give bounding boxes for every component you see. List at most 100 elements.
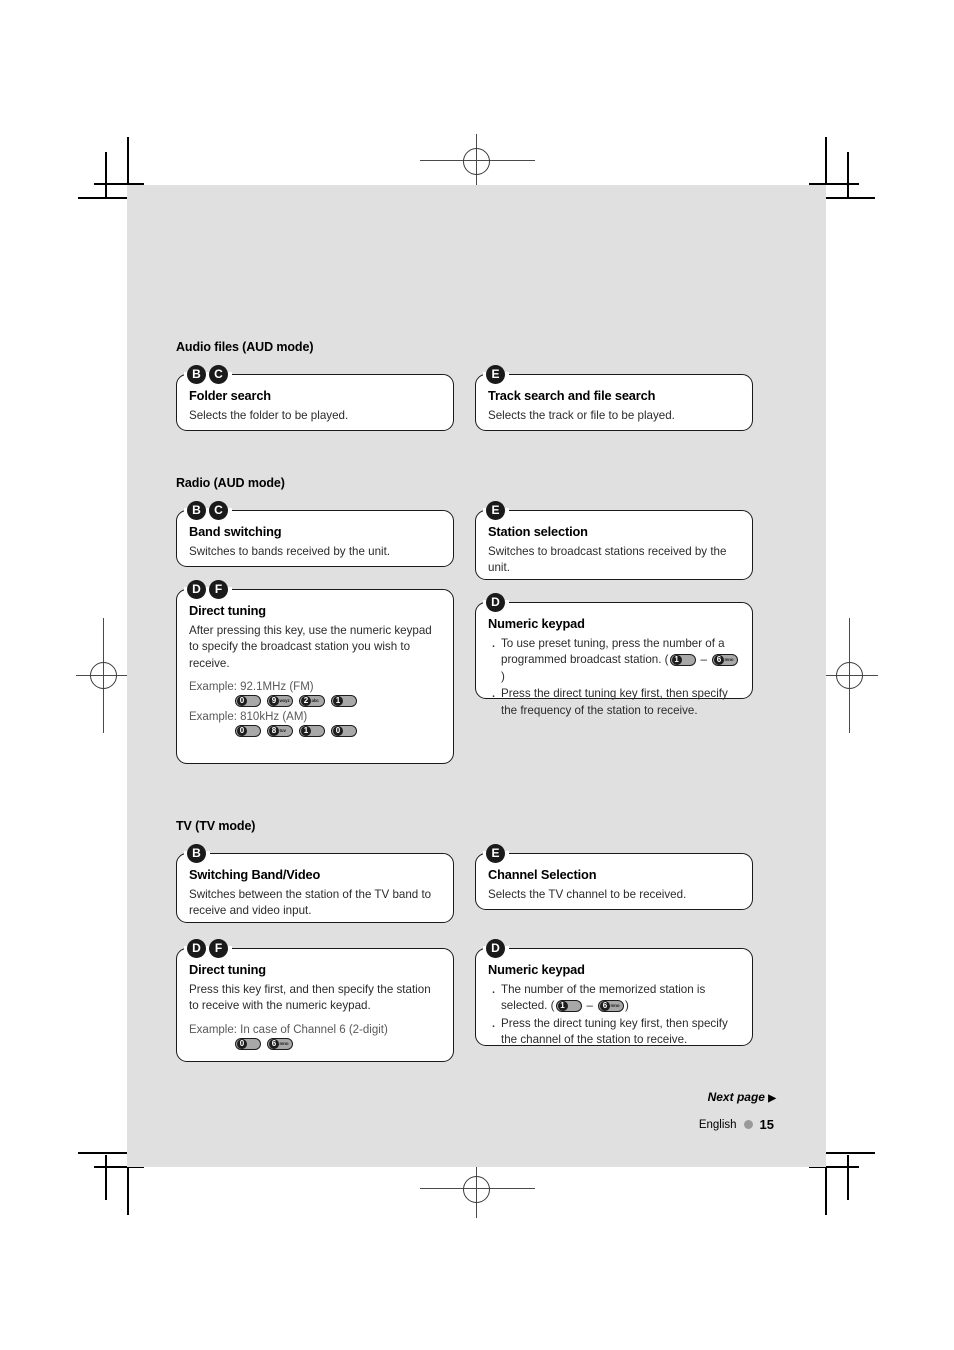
key-digit: 6	[599, 1001, 610, 1012]
badge-b: B	[187, 365, 206, 384]
numeric-key-6: 6 mno	[597, 1000, 624, 1013]
numeric-key-8: 8 tuv	[267, 725, 293, 738]
callout-track-search: E Track search and file search Selects t…	[475, 365, 753, 431]
numeric-key-1: 1	[669, 654, 696, 667]
example-label-am: Example: 810kHz (AM)	[189, 711, 308, 724]
key-digit: 1	[333, 696, 343, 707]
badge-f: F	[209, 580, 228, 599]
crop-mark-bottom-right-v2	[847, 1155, 849, 1200]
key-digit: 2	[301, 696, 311, 707]
callout-body: Selects the folder to be played.	[189, 409, 349, 422]
key-subscript: mno	[610, 1003, 620, 1009]
badge-group: E	[486, 844, 505, 863]
crop-mark-top-left-v2	[105, 152, 107, 197]
example-label-fm: Example: 92.1MHz (FM)	[189, 681, 314, 694]
callout-band-switching: B C Band switching Switches to bands rec…	[176, 501, 454, 567]
callout-numeric-keypad-radio: D Numeric keypad To use preset tuning, p…	[475, 593, 753, 717]
callout-title: Numeric keypad	[488, 616, 585, 631]
next-page-link[interactable]: Next page ▶	[708, 1090, 776, 1104]
badge-group: D F	[187, 580, 228, 599]
badge-d: D	[187, 939, 206, 958]
callout-body: Press this key first, and then specify t…	[189, 983, 431, 1013]
key-subscript: wxyz	[279, 698, 290, 704]
key-digit: 0	[237, 1038, 247, 1049]
key-digit: 6	[714, 655, 724, 666]
key-sequence-channel: 0 6 mno	[189, 1037, 441, 1050]
badge-c: C	[209, 365, 228, 384]
callout-title: Channel Selection	[488, 867, 597, 882]
badge-group: B	[187, 844, 206, 863]
crop-mark-top-left-h	[78, 197, 128, 199]
numeric-key-0: 0	[331, 725, 357, 738]
key-subscript: mno	[279, 1040, 289, 1046]
callout-bullet-list: The number of the memorized station is s…	[488, 981, 740, 1049]
key-digit: 0	[237, 726, 247, 737]
next-page-arrow-icon: ▶	[768, 1093, 776, 1104]
crop-mark-bottom-left-v	[127, 1167, 129, 1215]
callout-body: Selects the track or file to be played.	[488, 409, 675, 422]
numeric-key-0: 0	[235, 695, 261, 708]
bullet-text-post: )	[501, 669, 505, 683]
numeric-key-0: 0	[235, 1037, 261, 1050]
callout-title: Track search and file search	[488, 388, 656, 403]
key-digit: 8	[269, 726, 279, 737]
badge-group: D	[486, 593, 505, 612]
manual-content-column: Audio files (AUD mode) B C Folder search…	[176, 185, 776, 1167]
key-sequence-am: 0 8 tuv 1 0	[189, 725, 441, 738]
crop-mark-top-right-v	[825, 137, 827, 185]
callout-body: Selects the TV channel to be received.	[488, 888, 687, 901]
crop-mark-bottom-left-h	[78, 1152, 128, 1154]
callout-title: Folder search	[189, 388, 271, 403]
key-range-separator: –	[586, 999, 593, 1013]
bullet-item: The number of the memorized station is s…	[488, 981, 740, 1015]
badge-e: E	[486, 844, 505, 863]
callout-body: Switches between the station of the TV b…	[189, 888, 432, 918]
crop-mark-top-right-h	[825, 197, 875, 199]
bullet-item: To use preset tuning, press the number o…	[488, 635, 740, 685]
crop-mark-bottom-right-v	[825, 1167, 827, 1215]
badge-f: F	[209, 939, 228, 958]
callout-station-selection: E Station selection Switches to broadcas…	[475, 501, 753, 580]
badge-d: D	[486, 939, 505, 958]
badge-group: D F	[187, 939, 228, 958]
callout-body: Switches to bands received by the unit.	[189, 545, 391, 558]
badge-group: D	[486, 939, 505, 958]
numeric-key-6: 6 mno	[267, 1037, 293, 1050]
bullet-text-post: )	[624, 999, 629, 1013]
page-content-area: Audio files (AUD mode) B C Folder search…	[127, 185, 826, 1167]
key-digit: 0	[333, 726, 343, 737]
page-footer: English 15	[699, 1117, 774, 1132]
next-page-label: Next page	[707, 1090, 765, 1104]
callout-title: Switching Band/Video	[189, 867, 321, 882]
crop-mark-bottom-left-v2	[105, 1155, 107, 1200]
badge-group: E	[486, 365, 505, 384]
key-sequence-fm: 0 9 wxyz 2 abc 1	[189, 695, 441, 708]
callout-bullet-list: To use preset tuning, press the number o…	[488, 635, 740, 719]
callout-title: Numeric keypad	[488, 962, 585, 977]
crop-mark-top-left-v	[127, 137, 129, 185]
badge-c: C	[209, 501, 228, 520]
callout-folder-search: B C Folder search Selects the folder to …	[176, 365, 454, 431]
numeric-key-2: 2 abc	[299, 695, 325, 708]
section-title-radio: Radio (AUD mode)	[176, 476, 285, 490]
key-digit: 1	[671, 655, 682, 666]
numeric-key-0: 0	[235, 725, 261, 738]
numeric-key-1: 1	[555, 1000, 582, 1013]
section-title-audio-files: Audio files (AUD mode)	[176, 340, 314, 354]
numeric-key-1: 1	[299, 725, 325, 738]
badge-group: E	[486, 501, 505, 520]
key-to: 6 mno	[711, 653, 739, 667]
callout-body: Switches to broadcast stations received …	[488, 545, 727, 575]
section-tv: TV (TV mode) B Switching Band/Video Swit…	[176, 819, 776, 1062]
callout-title: Direct tuning	[189, 962, 266, 977]
footer-dot-icon	[743, 1120, 753, 1129]
key-from: 1	[669, 653, 697, 667]
key-from: 1	[555, 999, 583, 1013]
section-title-tv: TV (TV mode)	[176, 819, 256, 833]
crop-mark-top-right-v2	[847, 152, 849, 197]
key-digit: 6	[269, 1038, 279, 1049]
numeric-key-6: 6 mno	[712, 654, 738, 667]
bullet-item: Press the direct tuning key first, then …	[488, 685, 740, 719]
key-range-separator: –	[700, 653, 707, 667]
badge-b: B	[187, 844, 206, 863]
